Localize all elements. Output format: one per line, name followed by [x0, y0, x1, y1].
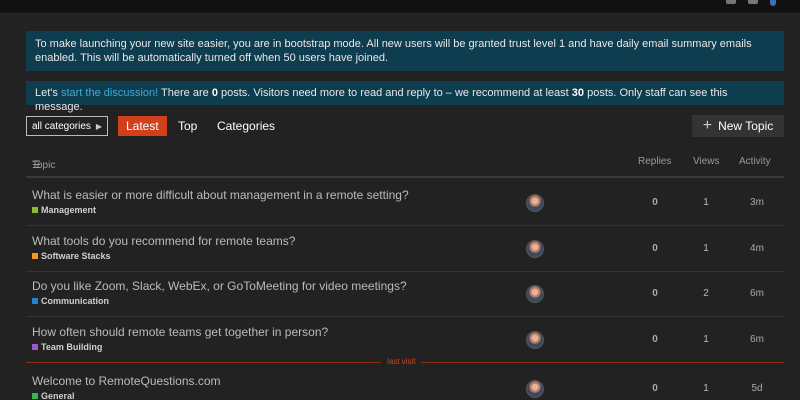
bootstrap-mode-text: To make launching your new site easier, …: [35, 38, 752, 64]
view-count: 1: [703, 243, 709, 254]
topic-title[interactable]: What is easier or more difficult about m…: [32, 188, 409, 202]
new-topic-button[interactable]: + New Topic: [692, 115, 784, 137]
topic-row[interactable]: What is easier or more difficult about m…: [26, 180, 784, 226]
topic-category-label: Communication: [41, 296, 110, 306]
topic-category[interactable]: General: [32, 391, 75, 400]
reply-count: 0: [652, 243, 658, 254]
poster-avatar[interactable]: [526, 380, 544, 398]
poster-avatar[interactable]: [526, 285, 544, 303]
header-replies[interactable]: Replies: [638, 156, 671, 167]
category-dropdown[interactable]: all categories ▶: [26, 116, 108, 136]
activity-time[interactable]: 6m: [742, 288, 772, 299]
poster-avatar[interactable]: [526, 240, 544, 258]
topic-category-label: Team Building: [41, 342, 103, 352]
start-discussion-banner: Let's start the discussion! There are 0 …: [26, 81, 784, 113]
start-discussion-link[interactable]: start the discussion!: [61, 87, 158, 99]
view-count: 2: [703, 288, 709, 299]
view-count: 1: [703, 383, 709, 394]
category-dropdown-label: all categories: [32, 120, 91, 132]
activity-time[interactable]: 3m: [742, 197, 772, 208]
poster-avatar[interactable]: [526, 194, 544, 212]
topic-category[interactable]: Communication: [32, 296, 109, 306]
topic-category[interactable]: Management: [32, 205, 96, 215]
category-color-badge: [32, 393, 38, 399]
category-color-badge: [32, 344, 38, 350]
header-topic-label: Topic: [32, 160, 56, 171]
view-count: 1: [703, 197, 709, 208]
view-count: 1: [703, 334, 709, 345]
posts-count: 0: [211, 87, 218, 99]
topic-category[interactable]: Team Building: [32, 342, 102, 352]
user-avatar[interactable]: [770, 0, 776, 6]
navigation-row: all categories ▶ Latest Top Categories +…: [26, 115, 784, 137]
topic-category-label: General: [41, 391, 75, 400]
reply-count: 0: [652, 334, 658, 345]
chevron-right-icon: ▶: [95, 121, 102, 131]
plus-icon: +: [702, 117, 713, 134]
topic-title[interactable]: Welcome to RemoteQuestions.com: [32, 374, 221, 388]
bootstrap-mode-banner: To make launching your new site easier, …: [26, 31, 784, 71]
topic-row[interactable]: Do you like Zoom, Slack, WebEx, or GoToM…: [26, 271, 784, 317]
topic-list-header: ☰ Topic Replies Views Activity: [26, 152, 784, 178]
search-icon[interactable]: [726, 0, 736, 4]
tab-top[interactable]: Top: [170, 116, 205, 136]
category-color-badge: [32, 253, 38, 259]
recommended-posts-count: 30: [571, 87, 585, 99]
topic-category-label: Software Stacks: [41, 251, 111, 261]
discussion-text-2: posts. Visitors need more to read and re…: [221, 87, 569, 99]
topic-row[interactable]: What tools do you recommend for remote t…: [26, 226, 784, 272]
topic-title[interactable]: What tools do you recommend for remote t…: [32, 234, 295, 248]
category-color-badge: [32, 298, 38, 304]
activity-time[interactable]: 6m: [742, 334, 772, 345]
tab-categories[interactable]: Categories: [209, 116, 283, 136]
poster-avatar[interactable]: [526, 331, 544, 349]
menu-icon[interactable]: [748, 0, 758, 4]
topic-row[interactable]: Welcome to RemoteQuestions.com General 0…: [26, 366, 784, 400]
topic-title[interactable]: How often should remote teams get togeth…: [32, 325, 328, 339]
tab-latest[interactable]: Latest: [118, 116, 167, 136]
reply-count: 0: [652, 383, 658, 394]
topic-category[interactable]: Software Stacks: [32, 251, 111, 261]
new-topic-label: New Topic: [718, 119, 774, 133]
activity-time[interactable]: 5d: [742, 383, 772, 394]
category-color-badge: [32, 207, 38, 213]
discussion-text-1: There are: [161, 87, 209, 99]
reply-count: 0: [652, 288, 658, 299]
header-views[interactable]: Views: [693, 156, 720, 167]
top-header-bar: [0, 0, 800, 14]
reply-count: 0: [652, 197, 658, 208]
topic-category-label: Management: [41, 205, 97, 215]
discussion-prefix: Let's: [35, 87, 58, 99]
header-activity[interactable]: Activity: [739, 156, 771, 167]
topic-title[interactable]: Do you like Zoom, Slack, WebEx, or GoToM…: [32, 279, 407, 293]
activity-time[interactable]: 4m: [742, 243, 772, 254]
